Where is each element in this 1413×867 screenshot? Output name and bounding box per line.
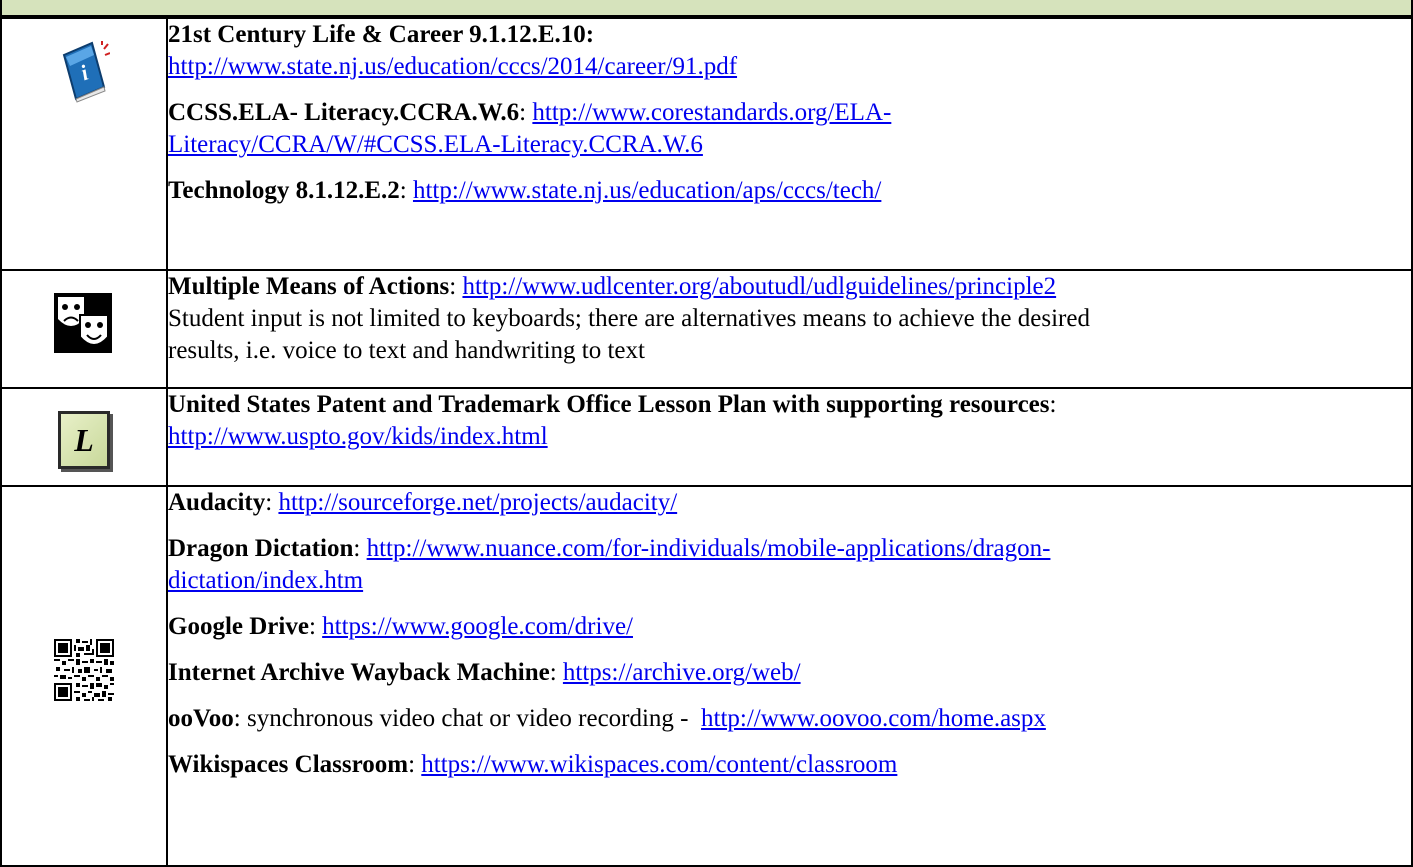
entry-label: Technology 8.1.12.E.2 xyxy=(168,177,400,204)
icon-cell: L xyxy=(0,387,168,487)
entry-separator: : xyxy=(408,751,422,778)
entry-dragon: Dragon Dictation: http://www.nuance.com/… xyxy=(168,533,1411,597)
qr-code-icon xyxy=(54,639,114,706)
udl-cell: Multiple Means of Actions: http://www.ud… xyxy=(166,269,1413,389)
link-audacity[interactable]: http://sourceforge.net/projects/audacity… xyxy=(278,489,677,516)
entry-label: ooVoo xyxy=(168,705,234,732)
entry-wikispaces: Wikispaces Classroom: https://www.wikisp… xyxy=(168,749,1411,781)
lesson-plan-cell: United States Patent and Trademark Offic… xyxy=(166,387,1413,487)
link-google-drive[interactable]: https://www.google.com/drive/ xyxy=(322,613,633,640)
entry-udl: Multiple Means of Actions: http://www.ud… xyxy=(168,271,1411,367)
entry-oovoo: ooVoo: synchronous video chat or video r… xyxy=(168,703,1411,735)
entry-uspto: United States Patent and Trademark Offic… xyxy=(168,389,1411,453)
entry-technology: Technology 8.1.12.E.2: http://www.state.… xyxy=(168,175,1411,207)
link-wayback-machine[interactable]: https://archive.org/web/ xyxy=(563,659,801,686)
entry-description: results, i.e. voice to text and handwrit… xyxy=(168,337,645,364)
udl-row: Multiple Means of Actions: http://www.ud… xyxy=(0,269,1413,389)
entry-label: CCSS.ELA- Literacy.CCRA.W.6 xyxy=(168,99,520,126)
link-text: dictation/index.htm xyxy=(168,567,364,594)
entry-separator: : xyxy=(449,273,463,300)
lesson-plan-row: L United States Patent and Trademark Off… xyxy=(0,387,1413,487)
link-text: Literacy/CCRA/W/#CCSS.ELA-Literacy.CCRA.… xyxy=(168,131,703,158)
link-oovoo[interactable]: http://www.oovoo.com/home.aspx xyxy=(701,705,1046,732)
entry-label: Google Drive xyxy=(168,613,309,640)
entry-google-drive: Google Drive: https://www.google.com/dri… xyxy=(168,611,1411,643)
standards-cell: 21st Century Life & Career 9.1.12.E.10: … xyxy=(166,17,1413,271)
header-bar xyxy=(0,0,1413,17)
icon-cell: i xyxy=(0,17,168,271)
entry-description: Student input is not limited to keyboard… xyxy=(168,305,1090,332)
entry-label: Internet Archive Wayback Machine xyxy=(168,659,550,686)
entry-label: Audacity xyxy=(168,489,266,516)
link-technology-standard[interactable]: http://www.state.nj.us/education/aps/ccc… xyxy=(413,177,881,204)
theater-masks-icon xyxy=(54,293,112,358)
entry-label: 21st Century Life & Career 9.1.12.E.10 xyxy=(168,21,586,48)
lesson-plan-icon: L xyxy=(58,411,110,469)
icon-cell xyxy=(0,269,168,389)
entry-separator: : xyxy=(308,613,323,640)
resources-table: i 21st Century Life & Career 9.1.12.E.10… xyxy=(0,17,1413,867)
entry-separator: : xyxy=(585,21,595,48)
entry-separator: : xyxy=(399,177,413,204)
standards-row: i 21st Century Life & Career 9.1.12.E.10… xyxy=(0,17,1413,271)
entry-separator: : xyxy=(519,99,533,126)
entry-separator: : xyxy=(1049,391,1057,418)
entry-separator: : xyxy=(353,535,367,562)
link-uspto-kids[interactable]: http://www.uspto.gov/kids/index.html xyxy=(168,423,548,450)
link-udl-principle[interactable]: http://www.udlcenter.org/aboutudl/udlgui… xyxy=(462,273,1056,300)
lesson-plan-letter: L xyxy=(74,421,94,458)
entry-career: 21st Century Life & Career 9.1.12.E.10: … xyxy=(168,19,1411,83)
icon-cell xyxy=(0,485,168,867)
link-text: http://www.corestandards.org/ELA- xyxy=(532,99,892,126)
link-wikispaces[interactable]: https://www.wikispaces.com/content/class… xyxy=(421,751,897,778)
entry-label: Multiple Means of Actions xyxy=(168,273,450,300)
entry-separator: : xyxy=(233,705,247,732)
tools-cell: Audacity: http://sourceforge.net/project… xyxy=(166,485,1413,867)
entry-label: Dragon Dictation xyxy=(168,535,354,562)
entry-separator: : xyxy=(549,659,563,686)
entry-audacity: Audacity: http://sourceforge.net/project… xyxy=(168,487,1411,519)
link-career-standard[interactable]: http://www.state.nj.us/education/cccs/20… xyxy=(168,53,737,80)
entry-ccss: CCSS.ELA- Literacy.CCRA.W.6: http://www.… xyxy=(168,97,1411,161)
entry-label: United States Patent and Trademark Offic… xyxy=(168,391,1050,418)
info-book-icon: i xyxy=(58,41,111,108)
link-text: http://www.nuance.com/for-individuals/mo… xyxy=(366,535,1051,562)
entry-separator: : xyxy=(265,489,279,516)
entry-description: synchronous video chat or video recordin… xyxy=(246,705,702,732)
entry-wayback: Internet Archive Wayback Machine: https:… xyxy=(168,657,1411,689)
tools-row: Audacity: http://sourceforge.net/project… xyxy=(0,485,1413,867)
entry-label: Wikispaces Classroom xyxy=(168,751,409,778)
